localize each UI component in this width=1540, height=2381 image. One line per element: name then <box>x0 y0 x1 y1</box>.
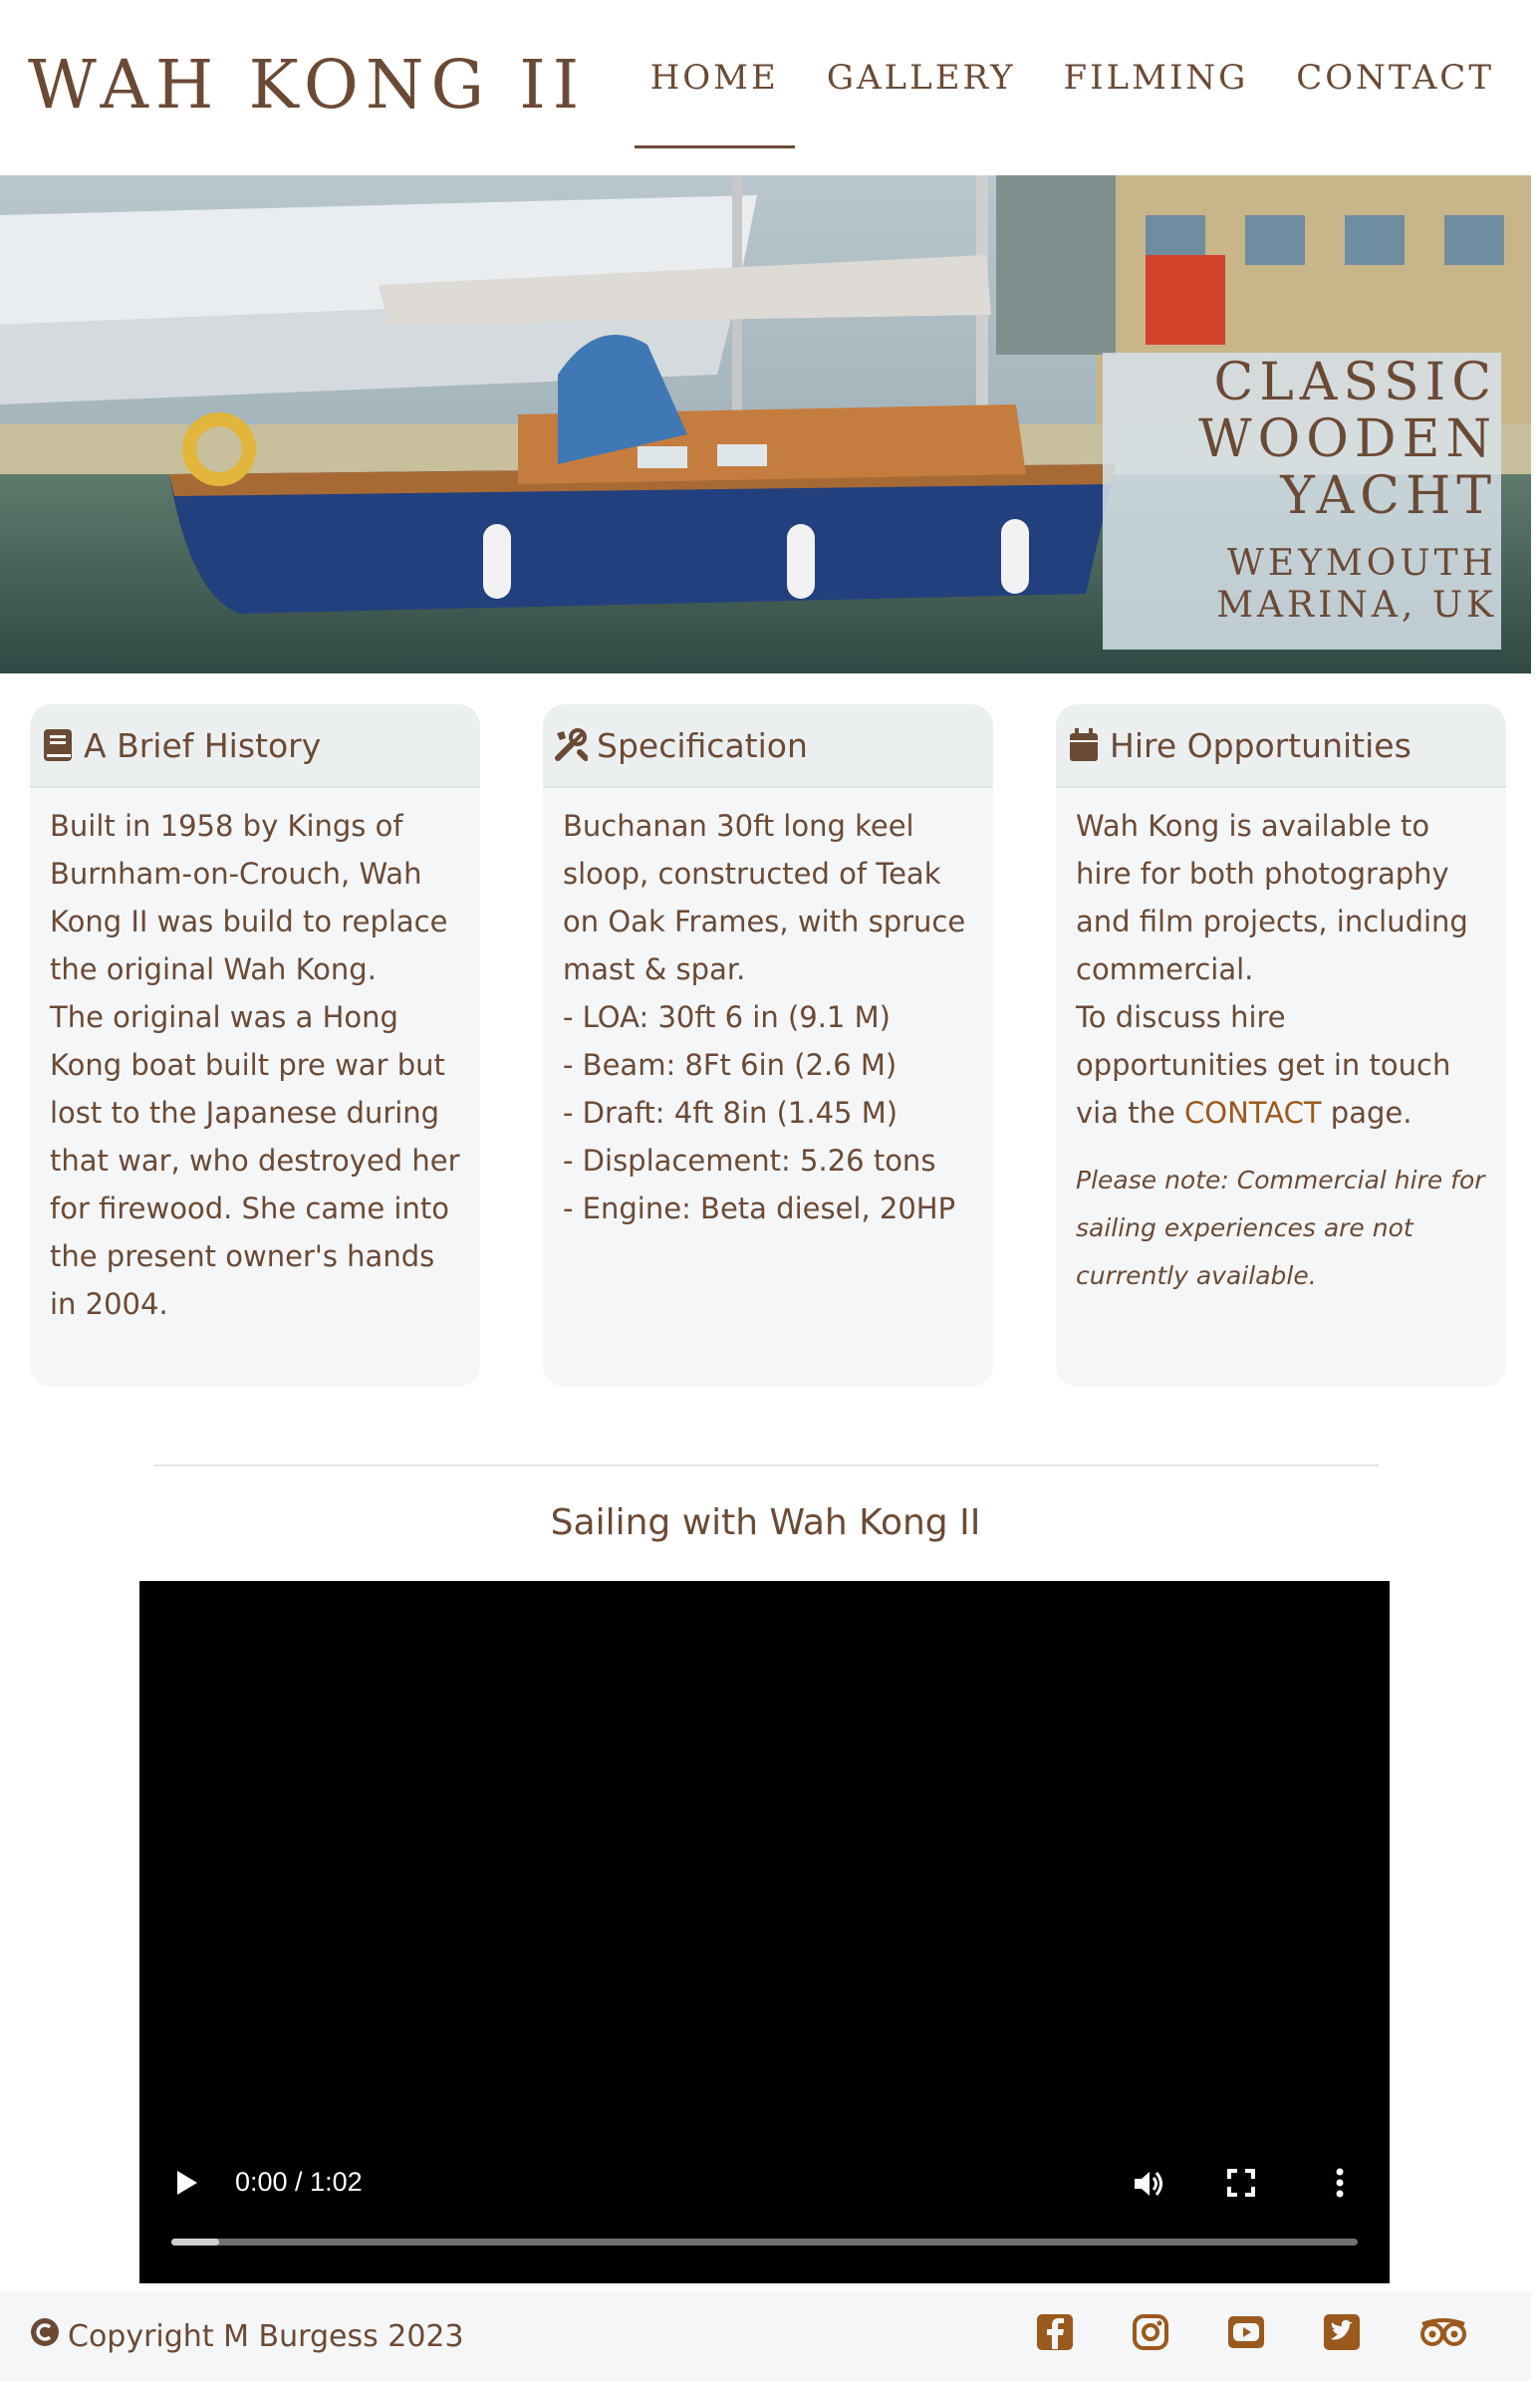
card-paragraph: Wah Kong is available to hire for both p… <box>1076 809 1468 986</box>
site-header: WAH KONG II HOME GALLERY FILMING CONTACT <box>0 0 1540 175</box>
card-header: Specification <box>543 704 993 788</box>
card-body: Built in 1958 by Kings of Burnham-on-Cro… <box>30 788 480 1328</box>
video-progress-fill <box>171 2239 219 2246</box>
video-player[interactable]: 0:00 / 1:02 <box>139 1581 1390 2283</box>
hero-subtitle-line: MARINA, UK <box>1216 585 1497 626</box>
volume-icon[interactable] <box>1132 2167 1165 2205</box>
card-header: A Brief History <box>30 704 480 788</box>
tripadvisor-icon[interactable] <box>1418 2313 1470 2355</box>
hero-title-line: YACHT <box>1280 466 1497 526</box>
video-progress-bar[interactable] <box>171 2239 1358 2246</box>
hero-subtitle: WEYMOUTH MARINA, UK <box>1103 543 1497 627</box>
hero-subtitle-line: WEYMOUTH <box>1226 543 1497 584</box>
text: page. <box>1330 1096 1412 1130</box>
hire-card: Hire Opportunities Wah Kong is available… <box>1056 704 1506 1387</box>
play-icon[interactable] <box>177 2171 197 2195</box>
card-paragraph: To discuss hire opportunities get in tou… <box>1076 993 1486 1137</box>
spec-item: - LOA: 30ft 6 in (9.1 M) <box>563 1000 891 1034</box>
copyright: Copyright M Burgess 2023 <box>30 2317 464 2355</box>
card-title: Specification <box>597 725 808 765</box>
card-paragraph: Built in 1958 by Kings of Burnham-on-Cro… <box>50 809 448 986</box>
fullscreen-icon[interactable] <box>1227 2169 1255 2201</box>
card-paragraph: The original was a Hong Kong boat built … <box>50 1000 460 1321</box>
youtube-icon[interactable] <box>1227 2313 1269 2355</box>
card-header: Hire Opportunities <box>1056 704 1506 788</box>
card-body: Wah Kong is available to hire for both p… <box>1056 788 1506 1300</box>
hero-title: CLASSIC WOODEN YACHT <box>1103 355 1497 525</box>
spec-item: - Draft: 4ft 8in (1.45 M) <box>563 1096 898 1130</box>
site-logo-text[interactable]: WAH KONG II <box>28 46 586 124</box>
specification-card: Specification Buchanan 30ft long keel sl… <box>543 704 993 1387</box>
nav-gallery[interactable]: GALLERY <box>803 58 1040 98</box>
tools-icon <box>553 727 589 763</box>
nav-contact[interactable]: CONTACT <box>1272 58 1518 98</box>
spec-item: - Beam: 8Ft 6in (2.6 M) <box>563 1048 898 1082</box>
spec-item: - Displacement: 5.26 tons <box>563 1144 936 1178</box>
instagram-icon[interactable] <box>1132 2313 1173 2355</box>
calendar-icon <box>1066 727 1102 763</box>
copyright-icon <box>30 2317 60 2355</box>
spec-intro: Buchanan 30ft long keel sloop, construct… <box>563 809 966 986</box>
contact-link[interactable]: CONTACT <box>1184 1096 1322 1130</box>
facebook-icon[interactable] <box>1036 2313 1078 2355</box>
copyright-text: Copyright M Burgess 2023 <box>68 2318 464 2354</box>
hero-title-line: CLASSIC <box>1213 353 1497 412</box>
spec-item: - Engine: Beta diesel, 20HP <box>563 1191 956 1225</box>
card-title: A Brief History <box>84 725 322 765</box>
video-title: Sailing with Wah Kong II <box>550 1502 981 1543</box>
nav-filming[interactable]: FILMING <box>1040 58 1273 98</box>
book-icon <box>40 727 76 763</box>
main-nav: HOME GALLERY FILMING CONTACT <box>627 58 1518 148</box>
twitter-icon[interactable] <box>1323 2313 1365 2355</box>
card-body: Buchanan 30ft long keel sloop, construct… <box>543 788 993 1232</box>
site-footer: Copyright M Burgess 2023 <box>0 2291 1531 2381</box>
section-divider <box>153 1464 1379 1466</box>
hero-title-line: WOODEN <box>1198 409 1497 469</box>
more-options-icon[interactable] <box>1335 2167 1345 2203</box>
hero-caption-panel: CLASSIC WOODEN YACHT WEYMOUTH MARINA, UK <box>1103 353 1501 650</box>
hire-note: Please note: Commercial hire for sailing… <box>1076 1166 1485 1290</box>
history-card: A Brief History Built in 1958 by Kings o… <box>30 704 480 1387</box>
video-time: 0:00 / 1:02 <box>235 2167 363 2197</box>
nav-home[interactable]: HOME <box>627 58 803 148</box>
card-title: Hire Opportunities <box>1110 725 1412 765</box>
hero-banner: CLASSIC WOODEN YACHT WEYMOUTH MARINA, UK <box>0 175 1531 673</box>
